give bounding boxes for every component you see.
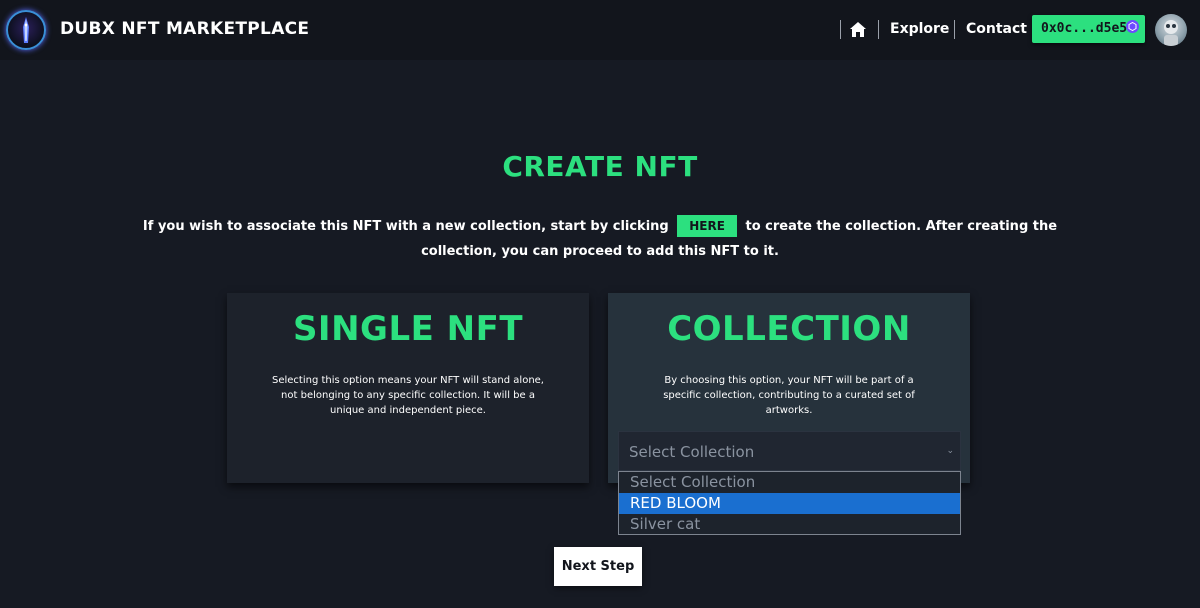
logo-icon[interactable] [6, 10, 46, 50]
create-collection-here-button[interactable]: HERE [677, 215, 737, 237]
nav-contact-link[interactable]: Contact [966, 21, 1027, 37]
collection-title: COLLECTION [667, 309, 911, 349]
nav-divider [878, 20, 879, 39]
single-nft-description: Selecting this option means your NFT wil… [272, 375, 544, 416]
collection-select[interactable]: Select Collection ⌄ [618, 431, 961, 471]
dropdown-option[interactable]: RED BLOOM [619, 493, 960, 514]
chevron-down-icon: ⌄ [946, 446, 954, 456]
nav-divider [840, 20, 841, 39]
nav-divider [954, 20, 955, 39]
dropdown-option[interactable]: Silver cat [619, 514, 960, 535]
network-badge-icon [1126, 20, 1139, 33]
nav-explore-link[interactable]: Explore [890, 21, 949, 37]
wallet-address-button[interactable]: 0x0c...d5e5 [1032, 15, 1145, 43]
brand-name[interactable]: DUBX NFT MARKETPLACE [60, 19, 309, 39]
collection-description: By choosing this option, your NFT will b… [663, 375, 915, 416]
intro-text-before: If you wish to associate this NFT with a… [142, 219, 669, 234]
wallet-address: 0x0c...d5e5 [1041, 21, 1128, 36]
page-title: CREATE NFT [502, 150, 698, 183]
intro-text: If you wish to associate this NFT with a… [110, 214, 1090, 264]
dropdown-option[interactable]: Select Collection [619, 472, 960, 493]
collection-dropdown-list: Select Collection RED BLOOM Silver cat [618, 471, 961, 535]
single-nft-card[interactable]: SINGLE NFT Selecting this option means y… [227, 293, 589, 483]
home-icon[interactable] [849, 21, 867, 38]
next-step-button[interactable]: Next Step [554, 547, 642, 586]
user-avatar[interactable] [1155, 14, 1187, 46]
collection-select-value: Select Collection [629, 443, 755, 461]
top-navbar: DUBX NFT MARKETPLACE Explore Contact 0x0… [0, 0, 1200, 60]
single-nft-title: SINGLE NFT [292, 309, 524, 349]
